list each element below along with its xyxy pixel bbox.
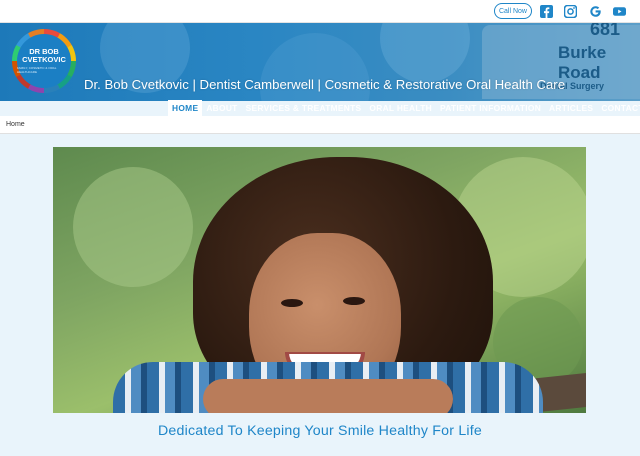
breadcrumb-home[interactable]: Home: [6, 121, 25, 128]
bokeh-light: [73, 167, 193, 287]
main-nav: HOME ABOUT SERVICES & TREATMENTS ORAL HE…: [168, 100, 640, 116]
nav-about[interactable]: ABOUT: [202, 100, 241, 116]
site-header: 681 Burke Road Dental Surgery Dr. Bob Cv…: [0, 23, 640, 101]
nav-home[interactable]: HOME: [168, 100, 203, 116]
google-icon[interactable]: [589, 5, 602, 18]
right-eye: [343, 297, 365, 305]
breadcrumb: Home: [0, 116, 640, 134]
tagline: Dedicated To Keeping Your Smile Healthy …: [157, 423, 482, 439]
logo-badge: DR BOB CVETKOVIC FAMILY, COSMETIC & ORAL…: [17, 34, 71, 88]
banner-texture: [380, 23, 470, 83]
left-eye: [281, 299, 303, 307]
facebook-icon[interactable]: [540, 5, 553, 18]
instagram-icon[interactable]: [564, 5, 577, 18]
folded-arms: [203, 379, 453, 413]
sign-street: Burke Road: [558, 43, 607, 82]
nav-contact[interactable]: CONTACT: [597, 100, 640, 116]
logo-line-2: CVETKOVIC: [22, 55, 66, 64]
sign-number: 681: [590, 23, 621, 39]
nav-patient-info[interactable]: PATIENT INFORMATION: [436, 100, 545, 116]
call-now-button[interactable]: Call Now: [494, 3, 532, 19]
nav-oral-health[interactable]: ORAL HEALTH: [365, 100, 436, 116]
nav-services[interactable]: SERVICES & TREATMENTS: [242, 100, 366, 116]
utility-bar: Call Now: [0, 0, 640, 23]
youtube-icon[interactable]: [613, 5, 626, 18]
logo[interactable]: DR BOB CVETKOVIC FAMILY, COSMETIC & ORAL…: [12, 29, 76, 93]
logo-line-3: FAMILY, COSMETIC & ORAL HEALTHCARE: [17, 66, 57, 74]
hero-image: [53, 147, 586, 413]
site-title[interactable]: Dr. Bob Cvetkovic | Dentist Camberwell |…: [84, 77, 565, 92]
nav-articles[interactable]: ARTICLES: [545, 100, 597, 116]
